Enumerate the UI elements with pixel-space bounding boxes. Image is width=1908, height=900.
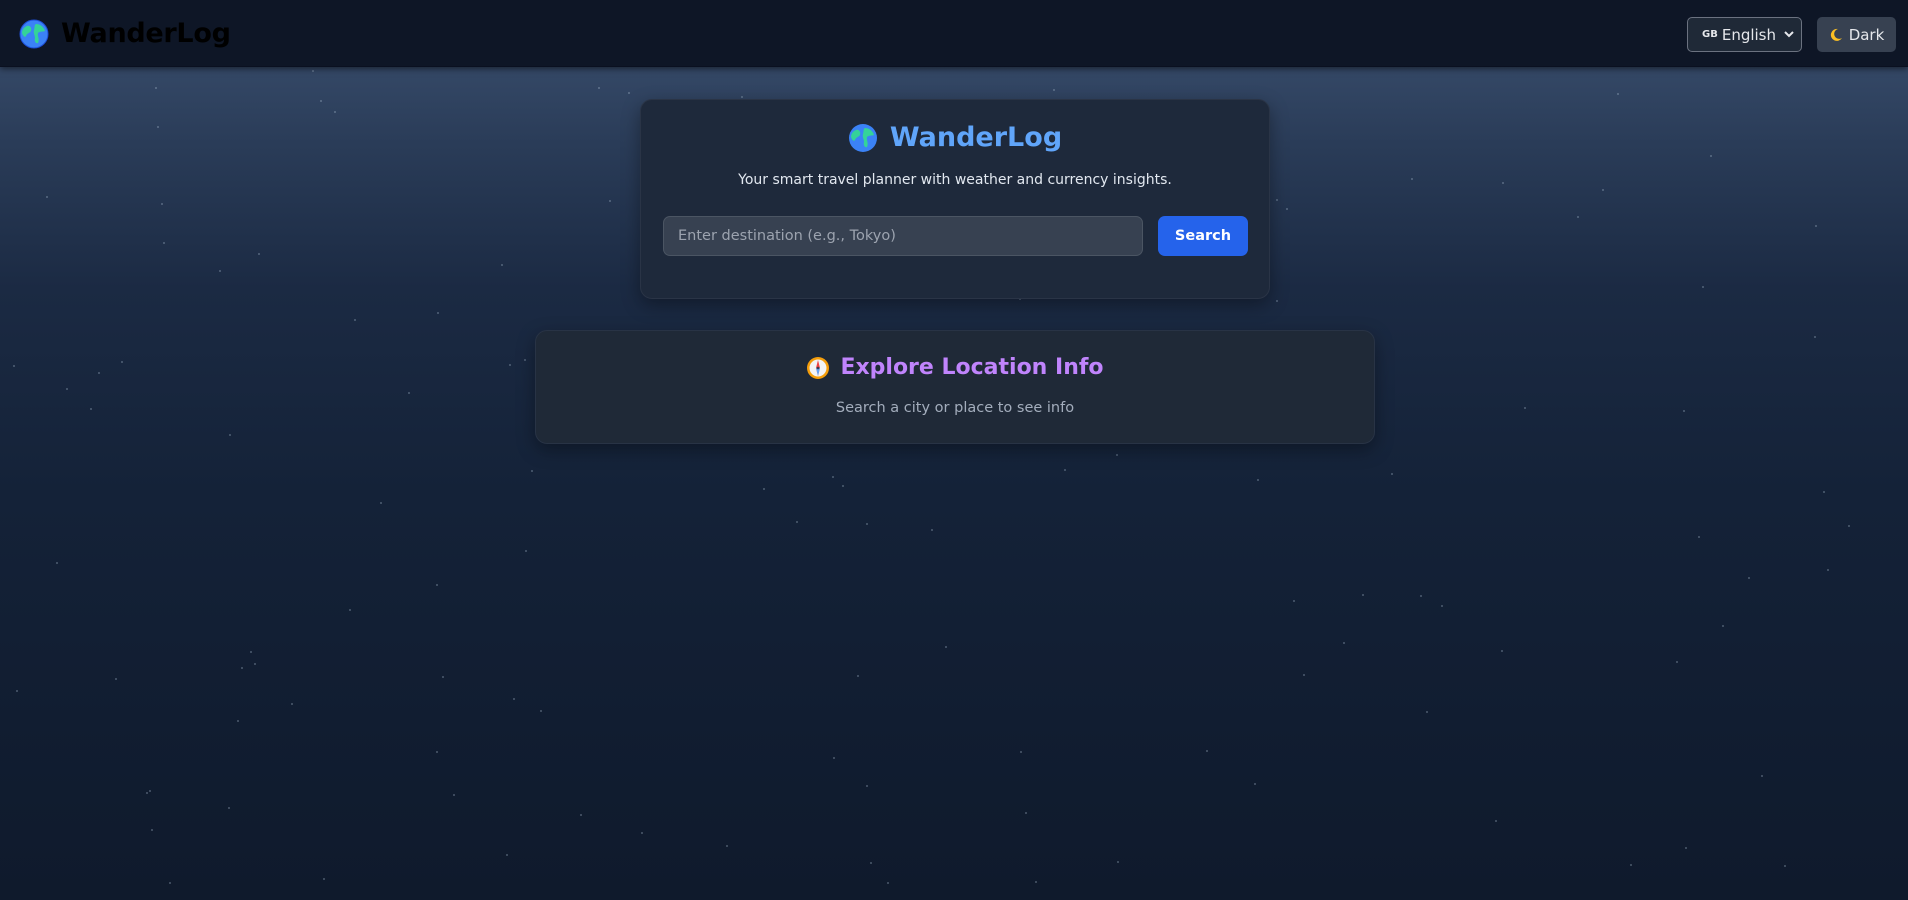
app-title: WanderLog [889,122,1063,153]
globe-icon [19,19,49,49]
search-card: WanderLog Your smart travel planner with… [640,99,1270,299]
compass-icon [806,356,830,380]
theme-toggle-label: Dark [1848,25,1885,44]
navbar: WanderLog GB English Dark [0,0,1908,67]
globe-icon [848,123,878,153]
search-card-title: WanderLog [641,122,1269,153]
language-selected: English [1721,25,1777,44]
location-info-card: Explore Location Info Search a city or p… [535,330,1375,444]
search-button[interactable]: Search [1158,216,1248,256]
location-info-title: Explore Location Info [536,355,1374,380]
destination-search-input[interactable] [663,216,1143,256]
location-info-heading: Explore Location Info [840,355,1104,380]
theme-toggle-button[interactable]: Dark [1817,17,1896,52]
chevron-down-icon [1783,27,1795,45]
brand-name: WanderLog [61,18,231,49]
language-select[interactable]: GB English [1687,17,1802,52]
tagline: Your smart travel planner with weather a… [738,172,1172,188]
flag-gb-icon: GB [1702,29,1718,40]
brand[interactable]: WanderLog [19,18,231,49]
location-info-subtitle: Search a city or place to see info [835,400,1075,416]
moon-icon [1829,28,1843,42]
